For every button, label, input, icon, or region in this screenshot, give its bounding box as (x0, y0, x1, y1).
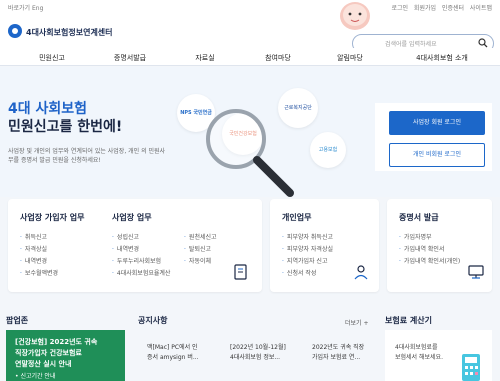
list-item[interactable]: 두루누리사회보험 (112, 256, 161, 265)
notice-text: 가입자 보험료 연... (312, 354, 361, 361)
popup-line: 연말정산 실시 안내 (15, 360, 72, 368)
card-title-business: 사업장 업무 (112, 213, 152, 222)
list-item[interactable]: 보수월액변경 (20, 268, 58, 277)
list-item[interactable]: 피부양자 자격상실 (282, 244, 333, 253)
business-login-button[interactable]: 사업장 회원 로그인 (389, 111, 485, 135)
list-item[interactable]: 가입내역 확인서(개인) (399, 256, 460, 265)
main-nav: 민원신고 증명서발급 자료실 참여마당 알림마당 4대사회보험 소개 (0, 48, 500, 66)
card-title-certificate: 증명서 발급 (399, 213, 439, 222)
notice-text: 증서 amysign 버... (147, 354, 199, 361)
popup-line: 직장가입자 건강보험료 (15, 349, 82, 357)
search-icon[interactable] (478, 38, 488, 48)
calculator-text: 보험세서 해보세요. (395, 354, 443, 361)
nav-item-about[interactable]: 4대사회보험 소개 (416, 53, 468, 63)
popup-banner[interactable]: [건강보험] 2022년도 귀속 직장가입자 건강보험료 연말정산 실시 안내 … (6, 330, 125, 381)
mascot-character-icon (340, 2, 370, 30)
popup-line: [건강보험] 2022년도 귀속 (15, 338, 98, 346)
popup-zone-title: 팝업존 (6, 316, 29, 325)
page: 바로가기 Eng 로그인 회원가입 인증센터 사이트맵 4대사회보험정보연계센터… (0, 0, 500, 381)
list-item[interactable]: 성립신고 (112, 232, 139, 241)
list-item[interactable]: 탈퇴신고 (184, 244, 211, 253)
list-item[interactable]: 내역변경 (20, 256, 47, 265)
list-item[interactable]: 지역가입자 신고 (282, 256, 328, 265)
notice-more-link[interactable]: 더보기 + (345, 318, 369, 327)
utility-left[interactable]: 바로가기 Eng (8, 3, 43, 12)
list-item[interactable]: 자격상실 (20, 244, 47, 253)
notice-text: 4대사회보험 정보... (230, 354, 281, 361)
popup-line: • 신고기간 안내 (15, 373, 56, 380)
notice-item[interactable]: 맥[Mac] PC에서 인 증서 amysign 버... (137, 330, 213, 381)
list-item[interactable]: 가입내역 확인서 (399, 244, 445, 253)
nav-item-certificate[interactable]: 증명서발급 (114, 53, 146, 63)
hero-description: 사업장 및 개인의 업무와 연계되어 있는 사업장, 개인 의 민원사무를 증명… (8, 148, 166, 164)
calculator-text: 4대사회보험료를 (395, 344, 438, 351)
list-item[interactable]: 피부양자 취득신고 (282, 232, 333, 241)
nav-item-report[interactable]: 민원신고 (39, 53, 65, 63)
notice-item[interactable]: 2022년도 귀속 직장 가입자 보험료 연... (302, 330, 378, 381)
list-item[interactable]: 취득신고 (20, 232, 47, 241)
search-input[interactable]: 검색어를 입력하세요 (385, 39, 437, 48)
list-item[interactable]: 자동이체 (184, 256, 211, 265)
notice-item[interactable]: [2022년 10월-12월] 4대사회보험 정보... (220, 330, 296, 381)
site-header: 4대사회보험정보연계센터 검색어를 입력하세요 (0, 12, 500, 53)
hero-subtitle: 민원신고를 한번에! (8, 119, 123, 135)
hero-title: 4대 사회보험 (8, 101, 88, 117)
site-logo-text[interactable]: 4대사회보험정보연계센터 (26, 27, 113, 38)
notice-text: 2022년도 귀속 직장 (312, 344, 365, 351)
list-item[interactable]: 가입자명부 (399, 232, 432, 241)
card-title-personal: 개인업무 (282, 213, 312, 222)
notice-text: [2022년 10월-12월] (230, 344, 286, 351)
nav-item-participate[interactable]: 참여마당 (265, 53, 291, 63)
ei-bubble: 고용보험 (310, 132, 346, 168)
calculator-icon (462, 354, 480, 381)
login-panel: 사업장 회원 로그인 개인 비회원 로그인 (375, 103, 492, 171)
user-icon (354, 265, 368, 280)
list-item[interactable]: 내역변경 (112, 244, 139, 253)
notice-title: 공지사항 (138, 316, 168, 325)
list-item[interactable]: 4대사회보험요율계산 (112, 268, 171, 277)
business-services-card: 사업장 가입자 업무 취득신고 자격상실 내역변경 보수월액변경 사업장 업무 … (8, 199, 262, 292)
utility-bar: 바로가기 Eng 로그인 회원가입 인증센터 사이트맵 (0, 0, 500, 12)
nav-item-archive[interactable]: 자료실 (195, 53, 214, 63)
list-item[interactable]: 원천세신고 (184, 232, 217, 241)
monitor-icon (468, 265, 484, 279)
calculator-title: 보험료 계산기 (385, 316, 432, 325)
document-icon (234, 264, 247, 280)
nav-item-notice[interactable]: 알림마당 (337, 53, 363, 63)
notice-text: 맥[Mac] PC에서 인 (147, 344, 198, 351)
magnifier-icon (206, 109, 294, 197)
logo-icon[interactable] (8, 24, 22, 38)
utility-links[interactable]: 로그인 회원가입 인증센터 사이트맵 (391, 3, 492, 12)
personal-login-button[interactable]: 개인 비회원 로그인 (389, 143, 485, 167)
card-title-subscriber: 사업장 가입자 업무 (20, 213, 85, 222)
certificate-card: 증명서 발급 가입자명부 가입내역 확인서 가입내역 확인서(개인) (387, 199, 492, 292)
personal-services-card: 개인업무 피부양자 취득신고 피부양자 자격상실 지역가입자 신고 신청서 작성 (270, 199, 379, 292)
list-item[interactable]: 신청서 작성 (282, 268, 317, 277)
